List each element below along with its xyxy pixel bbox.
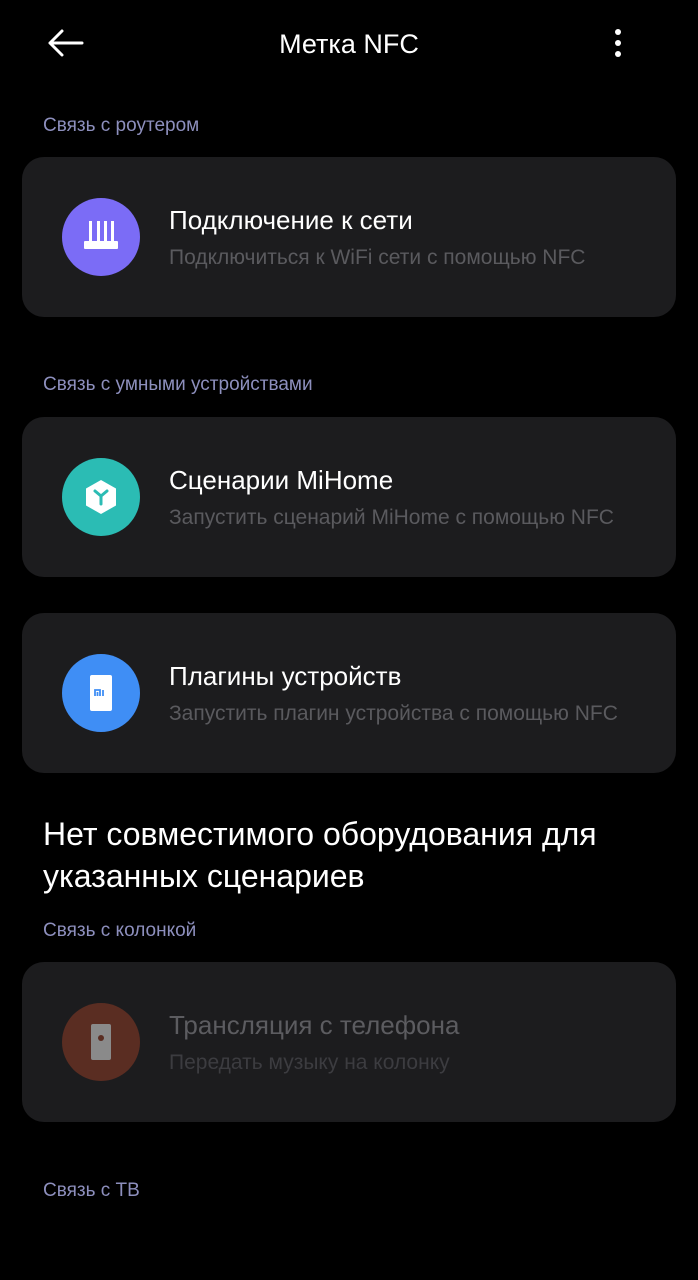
card-title: Подключение к сети	[169, 205, 413, 235]
page-title: Метка NFC	[279, 29, 419, 59]
speaker-icon	[62, 1003, 140, 1081]
card-mihome-scenarios[interactable]: Сценарии MiHome Запустить сценарий MiHom…	[22, 417, 676, 577]
mi-device-icon	[62, 654, 140, 732]
no-compatible-hardware-notice: Нет совместимого оборудования для указан…	[43, 816, 597, 894]
card-description: Запустить плагин устройства с помощью NF…	[169, 702, 618, 725]
card-device-plugins[interactable]: Плагины устройств Запустить плагин устро…	[22, 613, 676, 773]
section-label-speaker: Связь с колонкой	[43, 920, 197, 941]
section-label-smart-devices: Связь с умными устройствами	[43, 374, 313, 395]
more-options-button[interactable]	[598, 20, 638, 66]
more-vertical-icon	[615, 29, 621, 57]
card-description: Подключиться к WiFi сети с помощью NFC	[169, 246, 586, 269]
card-title: Сценарии MiHome	[169, 465, 394, 495]
card-network-connection[interactable]: Подключение к сети Подключиться к WiFi с…	[22, 157, 676, 317]
card-description: Передать музыку на колонку	[169, 1051, 450, 1074]
mihome-icon	[62, 458, 140, 536]
section-label-router: Связь с роутером	[43, 115, 200, 136]
card-title: Плагины устройств	[169, 661, 402, 691]
section-label-tv: Связь с ТВ	[43, 1180, 140, 1201]
card-title: Трансляция с телефона	[169, 1010, 460, 1040]
card-description: Запустить сценарий MiHome с помощью NFC	[169, 506, 614, 529]
router-icon	[62, 198, 140, 276]
card-phone-casting: Трансляция с телефона Передать музыку на…	[22, 962, 676, 1122]
top-bar: Метка NFC	[0, 0, 698, 88]
